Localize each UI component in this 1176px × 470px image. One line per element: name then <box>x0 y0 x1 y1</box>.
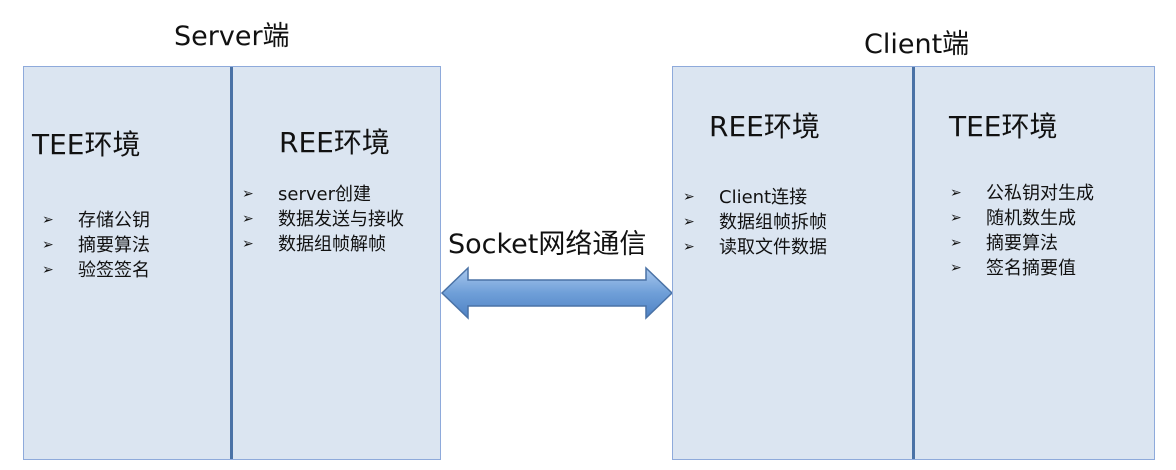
arrowhead-bullet-icon: ➢ <box>683 214 695 230</box>
list-item: ➢ 存储公钥 <box>42 210 150 231</box>
server-ree-list: ➢ server创建 ➢ 数据发送与接收 ➢ 数据组帧解帧 <box>242 182 404 257</box>
arrowhead-bullet-icon: ➢ <box>242 211 254 227</box>
arrowhead-bullet-icon: ➢ <box>683 239 695 255</box>
client-tee-list: ➢ 公私钥对生成 ➢ 随机数生成 ➢ 摘要算法 ➢ 签名摘要值 <box>950 181 1094 281</box>
double-arrow-icon <box>440 266 674 320</box>
server-ree-title: REE环境 <box>279 126 390 159</box>
list-item: ➢ 签名摘要值 <box>950 258 1076 279</box>
arrowhead-bullet-icon: ➢ <box>42 237 54 253</box>
list-item: ➢ 摘要算法 <box>42 235 150 256</box>
list-item: ➢ 验签签名 <box>42 260 150 281</box>
list-item: ➢ server创建 <box>242 184 371 205</box>
arrowhead-bullet-icon: ➢ <box>950 210 962 226</box>
server-panel: TEE环境 ➢ 存储公钥 ➢ 摘要算法 ➢ 验签签名 REE环境 ➢ server创建 … <box>23 66 441 460</box>
server-title: Server端 <box>174 21 290 52</box>
arrowhead-bullet-icon: ➢ <box>950 185 962 201</box>
arrowhead-bullet-icon: ➢ <box>242 186 254 202</box>
client-tee-column: TEE环境 <box>949 105 1058 145</box>
list-item: ➢ 数据组帧拆帧 <box>683 212 827 233</box>
client-ree-title: REE环境 <box>709 110 820 143</box>
list-item: ➢ 公私钥对生成 <box>950 183 1094 204</box>
client-divider <box>912 67 915 459</box>
client-ree-column: REE环境 <box>709 105 820 145</box>
arrowhead-bullet-icon: ➢ <box>950 235 962 251</box>
client-tee-title: TEE环境 <box>949 110 1058 143</box>
list-item: ➢ Client连接 <box>683 187 808 208</box>
list-item: ➢ 读取文件数据 <box>683 237 827 258</box>
list-item: ➢ 数据组帧解帧 <box>242 234 386 255</box>
list-item: ➢ 随机数生成 <box>950 208 1076 229</box>
connection-label: Socket网络通信 <box>448 229 647 260</box>
list-item: ➢ 数据发送与接收 <box>242 209 404 230</box>
list-item: ➢ 摘要算法 <box>950 233 1058 254</box>
client-ree-list: ➢ Client连接 ➢ 数据组帧拆帧 ➢ 读取文件数据 <box>683 185 827 260</box>
arrowhead-bullet-icon: ➢ <box>950 260 962 276</box>
client-title: Client端 <box>864 29 970 60</box>
server-tee-column: TEE环境 ➢ 存储公钥 ➢ 摘要算法 ➢ 验签签名 <box>32 123 150 283</box>
arrowhead-bullet-icon: ➢ <box>42 262 54 278</box>
server-ree-column: REE环境 <box>279 121 390 161</box>
server-tee-list: ➢ 存储公钥 ➢ 摘要算法 ➢ 验签签名 <box>32 208 150 283</box>
server-divider <box>230 67 233 459</box>
arrowhead-bullet-icon: ➢ <box>42 212 54 228</box>
arrowhead-bullet-icon: ➢ <box>242 236 254 252</box>
arrowhead-bullet-icon: ➢ <box>683 189 695 205</box>
client-panel: REE环境 ➢ Client连接 ➢ 数据组帧拆帧 ➢ 读取文件数据 TEE环境 ➢ 公… <box>672 66 1155 460</box>
server-tee-title: TEE环境 <box>32 128 141 161</box>
